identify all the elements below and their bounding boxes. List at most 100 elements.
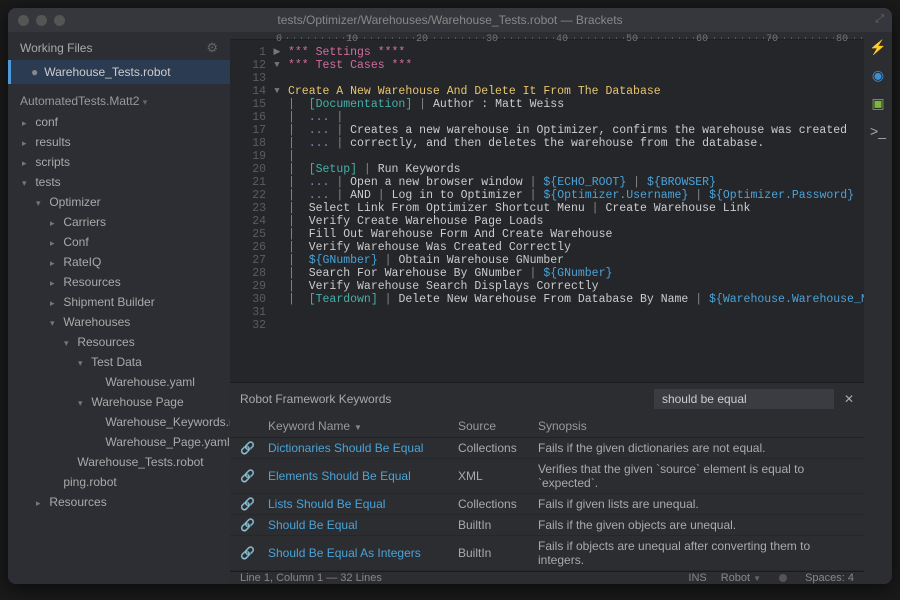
tree-item[interactable]: ▸ Resources [8,492,230,512]
fold-column: ▶▼▼ [270,40,284,382]
close-window-icon[interactable] [18,15,29,26]
keyword-synopsis: Fails if the given dictionaries are not … [538,441,854,455]
gear-icon[interactable]: ⚙ [206,40,218,56]
tree-item[interactable]: ▸ Resources [8,272,230,292]
fold-toggle-icon [270,72,284,85]
link-icon: 🔗 [240,497,268,511]
keyword-name[interactable]: Should Be Equal [268,518,458,532]
tree-item[interactable]: ▸ RateIQ [8,252,230,272]
fold-toggle-icon [270,319,284,332]
fold-toggle-icon [270,111,284,124]
window-title: tests/Optimizer/Warehouses/Warehouse_Tes… [8,13,892,27]
sidebar: Working Files ⚙ ● Warehouse_Tests.robot A… [8,32,230,584]
keyword-name[interactable]: Dictionaries Should Be Equal [268,441,458,455]
tree-item[interactable]: Warehouse_Keywords.ro [8,412,230,432]
status-spaces[interactable]: Spaces: 4 [805,572,854,584]
fold-toggle-icon [270,176,284,189]
project-header[interactable]: AutomatedTests.Matt2 ▾ [8,84,230,112]
dirty-dot-icon: ● [31,65,38,79]
col-header-name[interactable]: Keyword Name▼ [268,419,458,433]
table-header: Keyword Name▼ Source Synopsis [230,415,864,438]
app-window: tests/Optimizer/Warehouses/Warehouse_Tes… [8,8,892,584]
tree-item[interactable]: ▾ Optimizer [8,192,230,212]
fold-toggle-icon [270,189,284,202]
status-lang[interactable]: Robot ▼ [721,572,761,584]
column-ruler: 0102030405060708090 [230,32,864,40]
eye-icon[interactable]: ◉ [869,66,887,84]
close-panel-icon[interactable]: ✕ [844,392,854,406]
code-editor[interactable]: 1121314151617181920212223242526272829303… [230,40,864,382]
fold-toggle-icon [270,228,284,241]
maximize-icon[interactable]: ⤢ [875,13,884,26]
fold-toggle-icon [270,150,284,163]
live-preview-lightning-icon[interactable]: ⚡ [869,38,887,56]
link-icon: 🔗 [240,469,268,483]
fold-toggle-icon[interactable]: ▼ [270,85,284,98]
fold-toggle-icon [270,163,284,176]
project-name: AutomatedTests.Matt2 [20,94,139,108]
keyword-row[interactable]: 🔗Should Be EqualBuiltInFails if the give… [230,515,864,536]
right-rail: ⚡ ◉ ▣ >_ [864,32,892,584]
tree-item[interactable]: Warehouse_Page.yaml [8,432,230,452]
tree-item[interactable]: ▾ Resources [8,332,230,352]
keyword-name[interactable]: Lists Should Be Equal [268,497,458,511]
keyword-synopsis: Fails if the given objects are unequal. [538,518,854,532]
keyword-row[interactable]: 🔗Lists Should Be EqualCollectionsFails i… [230,494,864,515]
keyword-name[interactable]: Elements Should Be Equal [268,469,458,483]
tree-item[interactable]: ▸ scripts [8,152,230,172]
col-header-source[interactable]: Source [458,419,538,433]
line-gutter: 1121314151617181920212223242526272829303… [230,40,270,382]
keyword-synopsis: Fails if given lists are unequal. [538,497,854,511]
tree-item[interactable]: ▸ Carriers [8,212,230,232]
terminal-icon[interactable]: >_ [869,122,887,140]
tree-item[interactable]: ▸ conf [8,112,230,132]
zoom-window-icon[interactable] [54,15,65,26]
tree-item[interactable]: ▾ tests [8,172,230,192]
fold-toggle-icon [270,124,284,137]
titlebar: tests/Optimizer/Warehouses/Warehouse_Tes… [8,8,892,32]
code-content[interactable]: *** Settings ******* Test Cases ***Creat… [284,40,864,382]
fold-toggle-icon[interactable]: ▼ [270,59,284,72]
tree-item[interactable]: Warehouse.yaml [8,372,230,392]
tree-item[interactable]: ▸ Conf [8,232,230,252]
fold-toggle-icon [270,241,284,254]
tree-item[interactable]: Warehouse_Tests.robot [8,452,230,472]
tree-item[interactable]: ▸ Shipment Builder [8,292,230,312]
keyword-search-input[interactable] [654,389,834,409]
keyword-name[interactable]: Should Be Equal As Integers [268,546,458,560]
keyword-row[interactable]: 🔗Should Be Equal As IntegersBuiltInFails… [230,536,864,571]
status-ins[interactable]: INS [688,572,706,584]
fold-toggle-icon [270,215,284,228]
keyword-row[interactable]: 🔗Dictionaries Should Be EqualCollections… [230,438,864,459]
keyword-source: Collections [458,497,538,511]
tree-item[interactable]: ping.robot [8,472,230,492]
working-files-label: Working Files [20,41,92,55]
fold-toggle-icon [270,306,284,319]
tree-item[interactable]: ▾ Warehouses [8,312,230,332]
main-area: 0102030405060708090 11213141516171819202… [230,32,864,584]
minimize-window-icon[interactable] [36,15,47,26]
keyword-row[interactable]: 🔗Elements Should Be EqualXMLVerifies tha… [230,459,864,494]
fold-toggle-icon [270,293,284,306]
keyword-source: Collections [458,441,538,455]
fold-toggle-icon [270,98,284,111]
sort-caret-icon: ▼ [354,423,362,432]
keyword-source: XML [458,469,538,483]
keyword-rows: 🔗Dictionaries Should Be EqualCollections… [230,438,864,571]
working-file-name: Warehouse_Tests.robot [44,65,170,79]
col-header-synopsis[interactable]: Synopsis [538,419,854,433]
tree-item[interactable]: ▾ Warehouse Page [8,392,230,412]
link-icon: 🔗 [240,546,268,560]
link-icon: 🔗 [240,518,268,532]
fold-toggle-icon [270,280,284,293]
link-icon: 🔗 [240,441,268,455]
working-file-item[interactable]: ● Warehouse_Tests.robot [8,60,230,84]
keyword-source: BuiltIn [458,546,538,560]
tree-item[interactable]: ▸ results [8,132,230,152]
tree-item[interactable]: ▾ Test Data [8,352,230,372]
status-lint-icon[interactable] [775,572,791,584]
fold-toggle-icon [270,267,284,280]
extension-manager-icon[interactable]: ▣ [869,94,887,112]
fold-toggle-icon [270,254,284,267]
fold-toggle-icon[interactable]: ▶ [270,46,284,59]
